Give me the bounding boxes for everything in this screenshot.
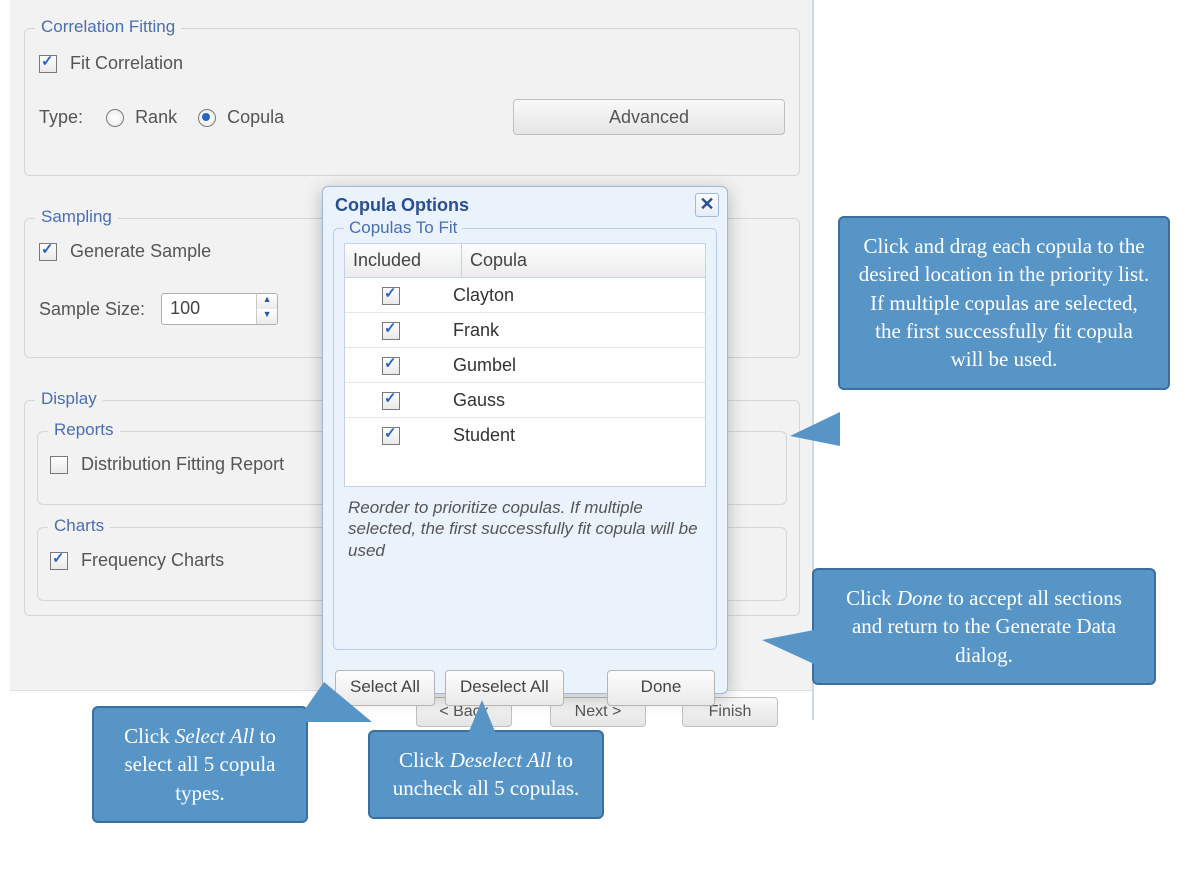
fit-correlation-checkbox[interactable] [39, 55, 57, 73]
copula-name: Gumbel [445, 355, 705, 376]
callout-drag: Click and drag each copula to the desire… [838, 216, 1170, 390]
fit-correlation-label: Fit Correlation [70, 53, 183, 73]
fit-correlation-row: Fit Correlation [39, 53, 183, 74]
copula-name: Frank [445, 320, 705, 341]
correlation-fitting-legend: Correlation Fitting [35, 17, 181, 37]
copula-row[interactable]: Clayton [345, 278, 705, 313]
copula-row[interactable]: Student [345, 418, 705, 452]
callout-select-all-tail [296, 682, 372, 722]
sample-size-spinner[interactable]: 100 ▲ ▼ [161, 293, 278, 325]
copula-include-checkbox[interactable] [382, 322, 400, 340]
frequency-charts-label: Frequency Charts [81, 550, 224, 570]
copula-options-dialog: Copula Options ✕ Copulas To Fit Included… [322, 186, 728, 694]
sample-size-down[interactable]: ▼ [257, 309, 277, 324]
col-included: Included [345, 244, 462, 277]
charts-legend: Charts [48, 516, 110, 536]
callout-select-all: Click Select All to select all 5 copula … [92, 706, 308, 823]
reports-legend: Reports [48, 420, 120, 440]
copula-name: Clayton [445, 285, 705, 306]
close-icon[interactable]: ✕ [695, 193, 719, 217]
copula-row[interactable]: Frank [345, 313, 705, 348]
copula-row[interactable]: Gauss [345, 383, 705, 418]
rank-label: Rank [135, 107, 177, 127]
generate-sample-label: Generate Sample [70, 241, 211, 261]
copula-include-checkbox[interactable] [382, 392, 400, 410]
sampling-legend: Sampling [35, 207, 118, 227]
dialog-button-bar: Select All Deselect All Done [323, 660, 727, 718]
type-row: Type: Rank Copula [39, 107, 284, 128]
copula-name: Gauss [445, 390, 705, 411]
copula-table-header: Included Copula [345, 244, 705, 278]
correlation-fitting-group: Correlation Fitting Fit Correlation Type… [24, 28, 800, 176]
copula-row[interactable]: Gumbel [345, 348, 705, 383]
generate-sample-checkbox[interactable] [39, 243, 57, 261]
callout-done: Click Done to accept all sections and re… [812, 568, 1156, 685]
copula-name: Student [445, 425, 705, 446]
done-button[interactable]: Done [607, 670, 715, 706]
copula-include-checkbox[interactable] [382, 357, 400, 375]
generate-sample-row: Generate Sample [39, 241, 211, 262]
copula-table: Included Copula Clayton Frank Gumbel Gauss S… [344, 243, 706, 487]
copulas-to-fit-legend: Copulas To Fit [344, 218, 462, 238]
callout-done-tail [762, 630, 814, 664]
copulas-to-fit-group: Copulas To Fit Included Copula ClaytonFr… [333, 228, 717, 650]
frequency-charts-checkbox[interactable] [50, 552, 68, 570]
display-legend: Display [35, 389, 103, 409]
callout-deselect-all-tail [468, 700, 496, 734]
copula-label: Copula [227, 107, 284, 127]
distribution-report-label: Distribution Fitting Report [81, 454, 284, 474]
rank-radio[interactable] [106, 109, 124, 127]
copula-include-checkbox[interactable] [382, 287, 400, 305]
reorder-hint: Reorder to prioritize copulas. If multip… [344, 487, 706, 565]
copula-include-checkbox[interactable] [382, 427, 400, 445]
sample-size-label: Sample Size: [39, 299, 145, 320]
type-label: Type: [39, 107, 83, 127]
dialog-title: Copula Options [323, 187, 727, 222]
deselect-all-button[interactable]: Deselect All [445, 670, 564, 706]
callout-deselect-all: Click Deselect All to uncheck all 5 copu… [368, 730, 604, 819]
callout-drag-tail [790, 412, 840, 446]
advanced-button[interactable]: Advanced [513, 99, 785, 135]
sample-size-row: Sample Size: 100 ▲ ▼ [39, 293, 278, 325]
distribution-report-row: Distribution Fitting Report [50, 454, 284, 475]
copula-radio[interactable] [198, 109, 216, 127]
col-copula: Copula [462, 244, 705, 277]
frequency-charts-row: Frequency Charts [50, 550, 224, 571]
sample-size-value: 100 [162, 294, 256, 324]
distribution-report-checkbox[interactable] [50, 456, 68, 474]
sample-size-up[interactable]: ▲ [257, 294, 277, 309]
